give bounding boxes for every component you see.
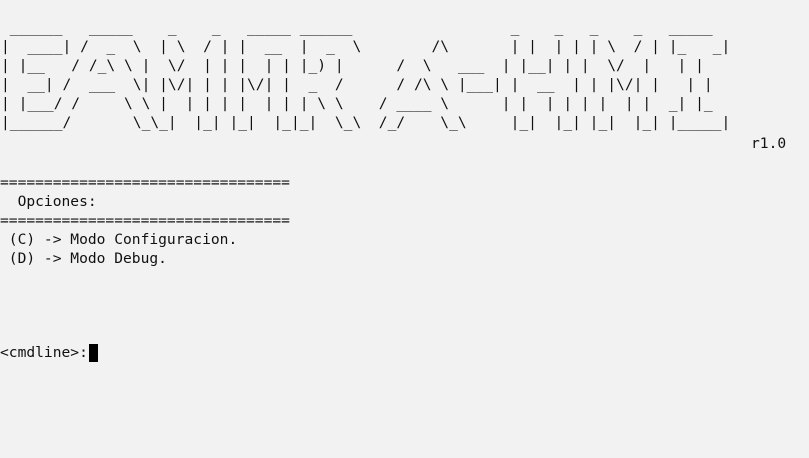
menu-top-rule: ================================= bbox=[0, 174, 290, 191]
ascii-banner-eammra-hmi: ______ _____ _ _ _____ ______ _ _ _ _ __… bbox=[1, 19, 731, 131]
version-label: r1.0 bbox=[751, 135, 787, 152]
prompt-label: <cmdline>: bbox=[0, 344, 88, 361]
command-line[interactable]: <cmdline>: bbox=[0, 343, 98, 362]
menu-option-debug: (D) -> Modo Debug. bbox=[0, 250, 167, 267]
terminal-window[interactable]: ______ _____ _ _ _____ ______ _ _ _ _ __… bbox=[0, 0, 809, 458]
text-cursor bbox=[88, 343, 98, 362]
menu-bottom-rule: ================================= bbox=[0, 212, 290, 229]
menu-title: Opciones: bbox=[0, 193, 97, 210]
menu-option-configuracion: (C) -> Modo Configuracion. bbox=[0, 231, 238, 248]
